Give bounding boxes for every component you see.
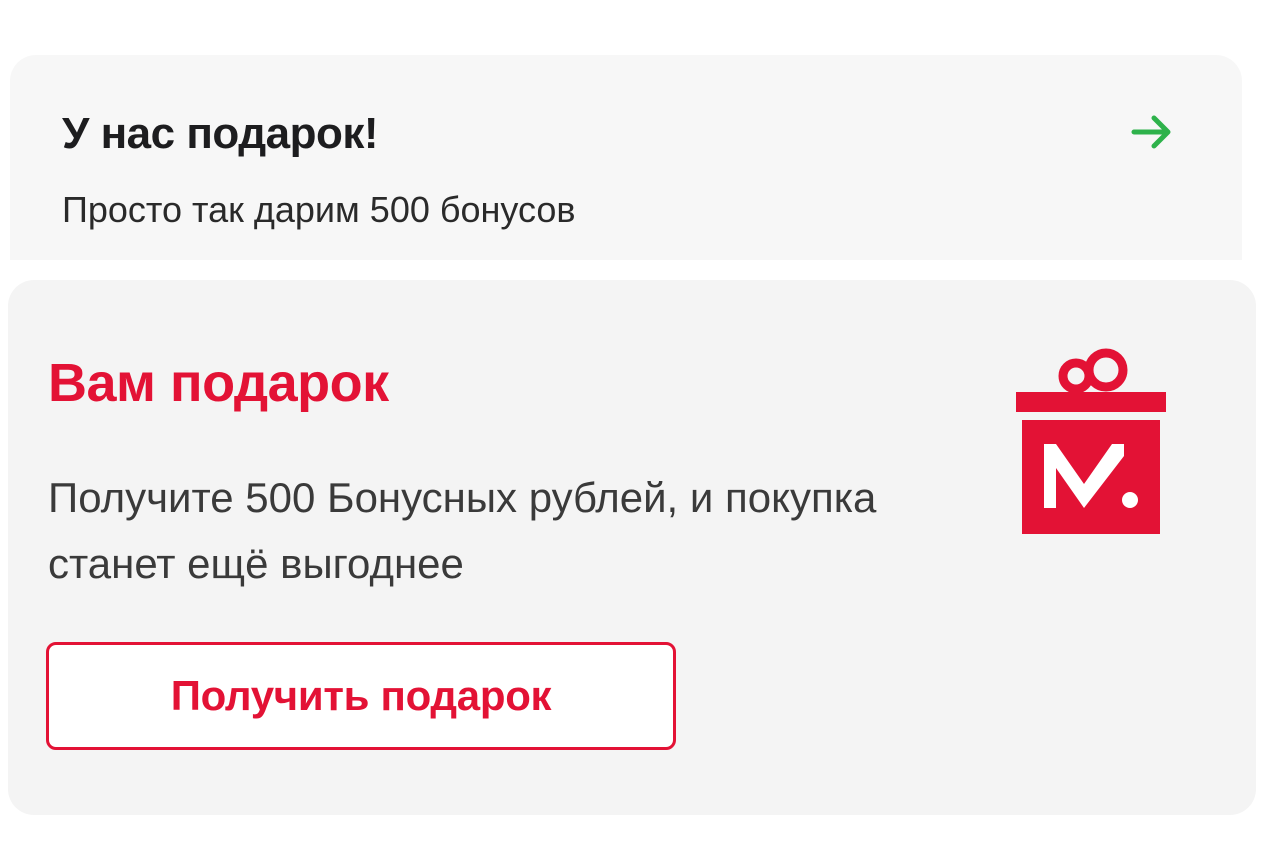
- gift-card: Вам подарок Получите 500 Бонусных рублей…: [8, 280, 1256, 815]
- promo-banner-subtitle: Просто так дарим 500 бонусов: [62, 189, 576, 230]
- get-gift-button[interactable]: Получить подарок: [46, 642, 676, 750]
- promo-banner-title: У нас подарок!: [62, 109, 379, 158]
- gift-card-title: Вам подарок: [48, 353, 389, 413]
- arrow-right-icon[interactable]: [1130, 112, 1174, 152]
- gift-card-description: Получите 500 Бонусных рублей, и покупка …: [48, 474, 877, 587]
- promo-banner[interactable]: У нас подарок! Просто так дарим 500 бону…: [10, 55, 1242, 260]
- gift-box-m-logo-icon: [1016, 348, 1166, 534]
- page: У нас подарок! Просто так дарим 500 бону…: [0, 0, 1280, 845]
